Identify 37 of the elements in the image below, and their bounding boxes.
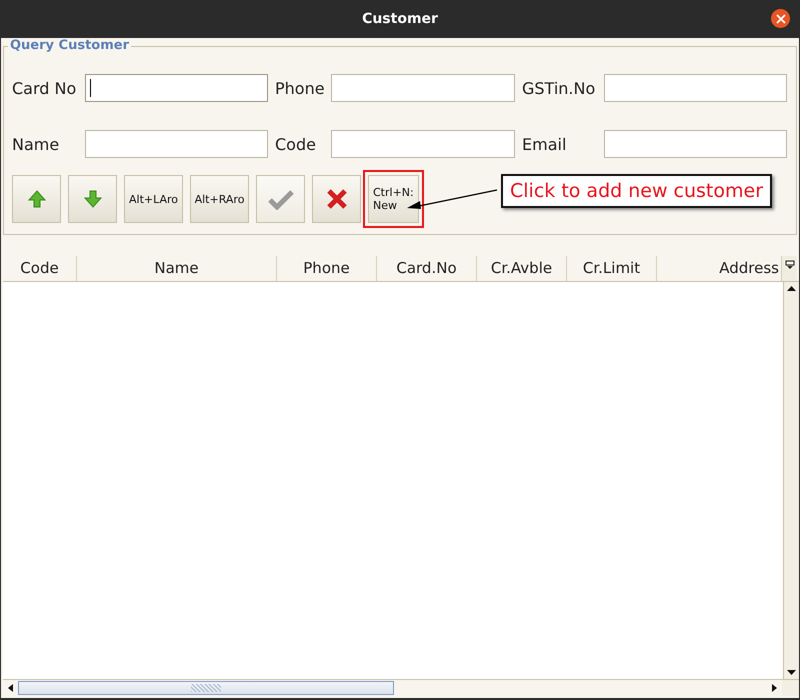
column-header[interactable]: Phone: [277, 256, 377, 281]
annotation-callout: Click to add new customer: [501, 174, 772, 208]
shortcut-button[interactable]: Alt+RAro: [190, 175, 249, 223]
move-down-button[interactable]: [68, 175, 117, 223]
down-arrow-icon: [82, 189, 102, 209]
input-field[interactable]: [85, 74, 268, 102]
column-header[interactable]: Name: [77, 256, 277, 281]
cross-icon: [326, 188, 348, 210]
cancel-button[interactable]: [312, 175, 361, 223]
input-field[interactable]: [331, 130, 515, 158]
input-field[interactable]: [85, 130, 268, 158]
input-field[interactable]: [604, 74, 787, 102]
window-title: Customer: [362, 11, 438, 27]
input-field[interactable]: [331, 74, 515, 102]
column-header[interactable]: Card.No: [377, 256, 477, 281]
close-button[interactable]: [771, 9, 790, 28]
column-header[interactable]: Code: [3, 256, 77, 281]
column-menu-icon: [784, 260, 794, 270]
checkmark-icon: [268, 188, 294, 210]
field-label: GSTin.No: [522, 78, 596, 98]
field-label: Phone: [275, 78, 324, 98]
field-label: Name: [12, 134, 60, 154]
close-icon: [776, 14, 786, 24]
shortcut-button[interactable]: Alt+LAro: [124, 175, 183, 223]
move-up-button[interactable]: [12, 175, 61, 223]
field-label: Code: [275, 134, 317, 154]
column-header[interactable]: Cr.Limit: [567, 256, 657, 281]
column-menu-button[interactable]: [782, 256, 797, 281]
field-label: Card No: [12, 78, 78, 98]
group-title: Query Customer: [8, 38, 131, 53]
scroll-thumb[interactable]: [18, 680, 394, 694]
column-header[interactable]: Cr.Avble: [477, 256, 567, 281]
up-arrow-icon: [26, 189, 46, 209]
vertical-scrollbar[interactable]: [783, 282, 799, 679]
field-label: Email: [522, 134, 568, 154]
input-field[interactable]: [604, 130, 787, 158]
horizontal-scrollbar[interactable]: [3, 679, 799, 696]
